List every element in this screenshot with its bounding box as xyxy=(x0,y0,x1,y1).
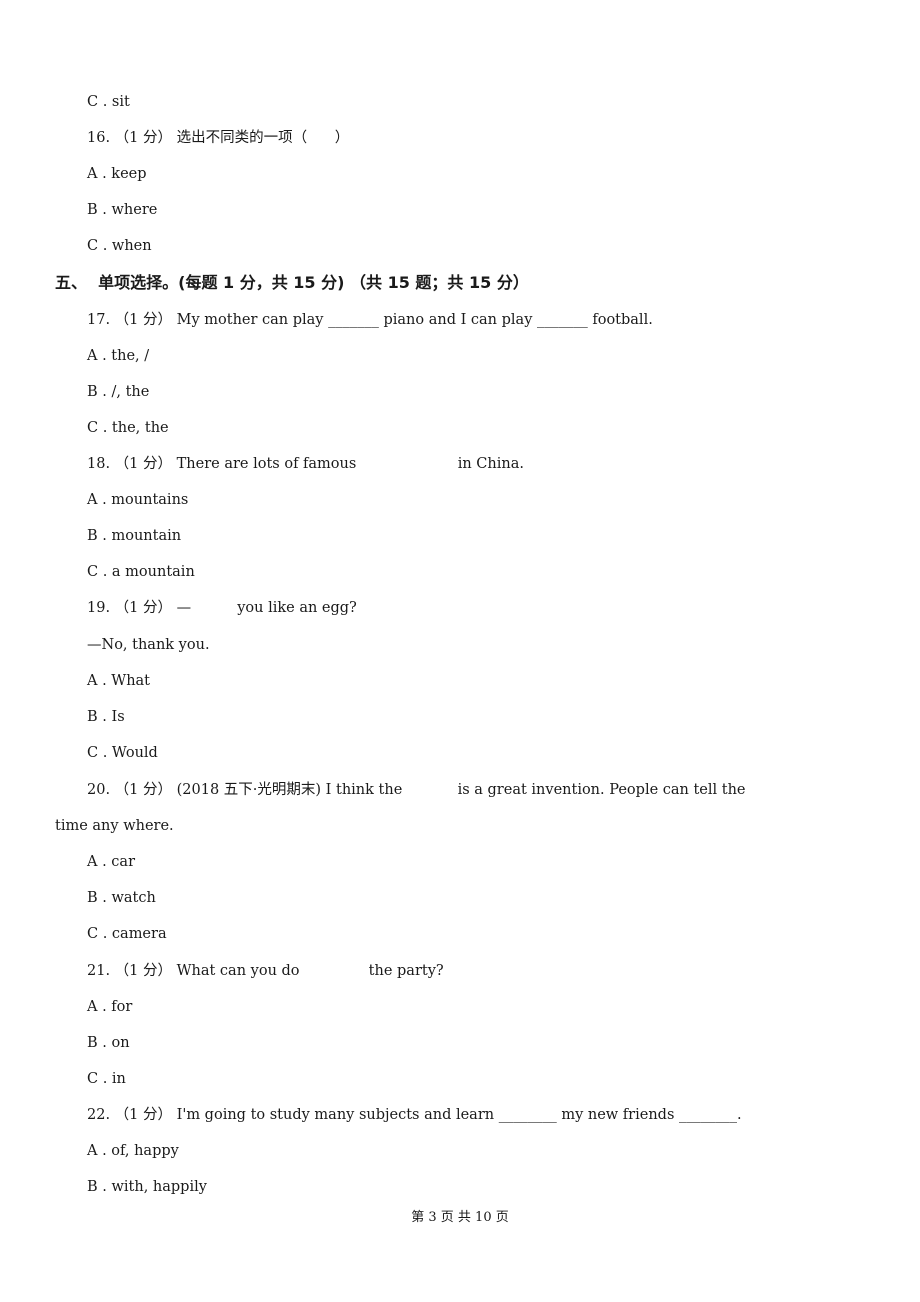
option-q17-b: B . /, the xyxy=(87,384,150,400)
question-20-continuation: time any where. xyxy=(55,818,174,834)
option-q19-c: C . Would xyxy=(87,745,158,761)
option-q20-b: B . watch xyxy=(87,890,156,906)
option-q22-b: B . with, happily xyxy=(87,1179,207,1195)
page-number-footer: 第 3 页 共 10 页 xyxy=(411,1210,509,1225)
option-q19-b: B . Is xyxy=(87,709,125,725)
option-q18-b: B . mountain xyxy=(87,528,182,544)
question-16-stem: 16. （1 分） 选出不同类的一项（ ） xyxy=(87,130,350,146)
option-q18-c: C . a mountain xyxy=(87,564,195,580)
question-19-reply: —No, thank you. xyxy=(87,637,210,653)
option-q17-c: C . the, the xyxy=(87,420,169,436)
option-q18-a: A . mountains xyxy=(87,492,189,508)
option-q20-c: C . camera xyxy=(87,926,167,942)
option-q16-c: C . when xyxy=(87,238,152,254)
question-20-stem: 20. （1 分） (2018 五下·光明期末) I think the is … xyxy=(87,782,746,798)
option-q16-b: B . where xyxy=(87,202,158,218)
option-q15-c: C . sit xyxy=(87,94,130,110)
option-q21-a: A . for xyxy=(87,999,133,1015)
section-5-heading: 五、 单项选择。(每题 1 分，共 15 分) （共 15 题；共 15 分） xyxy=(55,273,529,292)
option-q17-a: A . the, / xyxy=(87,348,150,364)
option-q20-a: A . car xyxy=(87,854,135,870)
option-q19-a: A . What xyxy=(87,673,151,689)
question-18-stem: 18. （1 分） There are lots of famous in Ch… xyxy=(87,456,524,472)
question-19-stem: 19. （1 分） — you like an egg? xyxy=(87,600,357,616)
option-q21-c: C . in xyxy=(87,1071,126,1087)
option-q21-b: B . on xyxy=(87,1035,130,1051)
option-q22-a: A . of, happy xyxy=(87,1143,179,1159)
question-21-stem: 21. （1 分） What can you do the party? xyxy=(87,963,444,979)
question-17-stem: 17. （1 分） My mother can play _______ pia… xyxy=(87,312,653,328)
question-22-stem: 22. （1 分） I'm going to study many subjec… xyxy=(87,1107,742,1123)
option-q16-a: A . keep xyxy=(87,166,147,182)
